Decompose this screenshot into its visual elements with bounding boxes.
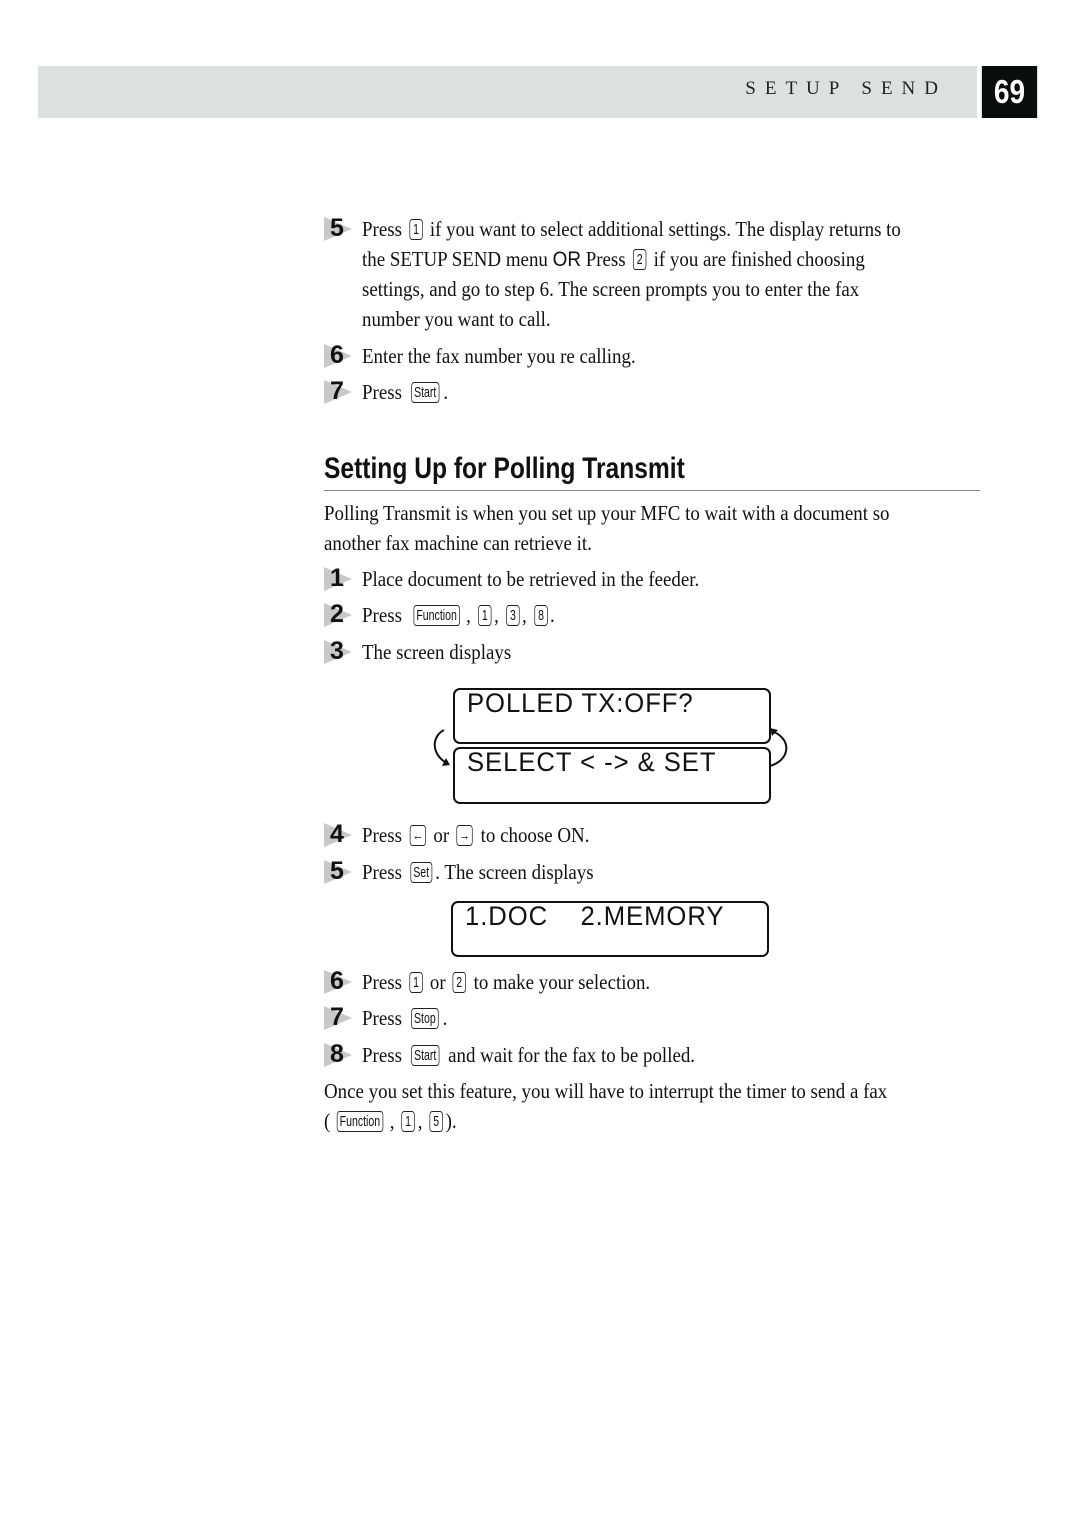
step-text: Press 1 or 2 to make your selection. <box>362 970 651 994</box>
step-number: 2 <box>330 600 344 628</box>
lcd-text: 1.DOC 2.MEMORY <box>465 901 725 931</box>
step-text: settings, and go to step 6. The screen p… <box>362 277 860 301</box>
key-glyph-2: 2 <box>452 972 467 993</box>
step-text: The screen displays <box>362 640 512 664</box>
step-number-badge: 3 <box>324 637 356 665</box>
step-text: Press 1 if you want to select additional… <box>362 217 901 241</box>
cycle-arrow-left-icon <box>433 729 450 766</box>
step-number-badge: 6 <box>324 967 356 995</box>
section-intro-line-2: another fax machine can retrieve it. <box>324 531 592 555</box>
step-number-badge: 7 <box>324 377 356 405</box>
lcd-display-polled-line-2: SELECT < -> & SET <box>453 747 771 804</box>
section-intro-line-1: Polling Transmit is when you set up your… <box>324 501 890 525</box>
step-number: 4 <box>330 820 344 848</box>
footer-note-line-2: (Function, 1, 5). <box>324 1109 457 1133</box>
step-number-badge: 8 <box>324 1040 356 1068</box>
step-text: Press Start and wait for the fax to be p… <box>362 1043 696 1067</box>
step-number: 1 <box>330 564 344 592</box>
key-glyph-left-arrow: ← <box>409 825 426 846</box>
step-number-badge: 7 <box>324 1003 356 1031</box>
step-number: 6 <box>330 341 344 369</box>
key-glyph-1: 1 <box>409 219 423 240</box>
step-number-badge: 1 <box>324 564 356 592</box>
step-text: Press Set. The screen displays <box>362 860 594 884</box>
key-glyph-2: 2 <box>632 249 647 270</box>
cycle-arrow-right-icon <box>769 728 788 767</box>
step-number: 7 <box>330 377 344 405</box>
step-number: 5 <box>330 857 344 885</box>
lcd-text: SELECT < -> & SET <box>467 747 717 777</box>
lcd-display-polled-line-1: POLLED TX:OFF? <box>453 688 771 744</box>
step-number-badge: 4 <box>324 820 356 848</box>
footer-note-line-1: Once you set this feature, you will have… <box>324 1079 888 1103</box>
step-number: 8 <box>330 1040 344 1068</box>
key-glyph-start: Start <box>411 382 439 403</box>
key-glyph-right-arrow: → <box>456 825 474 846</box>
section-title: Setting Up for Polling Transmit <box>324 452 685 485</box>
step-text: Place document to be retrieved in the fe… <box>362 567 700 591</box>
step-number: 7 <box>330 1003 344 1031</box>
step-number-badge: 5 <box>324 214 356 242</box>
key-glyph-function: Function <box>336 1111 384 1132</box>
step-number: 5 <box>330 214 344 242</box>
step-text: Press Start. <box>362 380 449 404</box>
or-label: OR <box>552 247 581 271</box>
key-glyph-3: 3 <box>506 605 520 626</box>
lcd-display-mode: 1.DOC 2.MEMORY <box>451 901 769 957</box>
lcd-text: POLLED TX:OFF? <box>467 688 694 718</box>
step-number-badge: 2 <box>324 600 356 628</box>
step-number: 6 <box>330 967 344 995</box>
step-text: Press Stop. <box>362 1006 448 1030</box>
running-header: SETUP SEND <box>38 66 977 118</box>
key-glyph-5: 5 <box>429 1111 444 1132</box>
step-text: Press ← or → to choose ON. <box>362 823 590 847</box>
step-number: 3 <box>330 637 344 665</box>
step-number-badge: 5 <box>324 857 356 885</box>
key-glyph-1: 1 <box>478 605 492 626</box>
step-text: number you want to call. <box>362 307 551 331</box>
step-text: Press Function, 1, 3, 8. <box>362 603 555 627</box>
key-glyph-1: 1 <box>409 972 423 993</box>
key-glyph-function: Function <box>413 605 460 626</box>
key-glyph-1: 1 <box>401 1111 416 1132</box>
section-divider <box>324 490 980 491</box>
key-glyph-set: Set <box>410 862 432 883</box>
page-number: 69 <box>981 66 1038 118</box>
step-text: the SETUP SEND menu OR Press 2 if you ar… <box>362 247 865 271</box>
key-glyph-8: 8 <box>534 605 548 626</box>
key-glyph-stop: Stop <box>410 1008 439 1029</box>
step-text: Enter the fax number you re calling. <box>362 344 636 368</box>
header-section-title: SETUP SEND <box>745 78 947 99</box>
step-number-badge: 6 <box>324 341 356 369</box>
key-glyph-start: Start <box>411 1045 439 1066</box>
